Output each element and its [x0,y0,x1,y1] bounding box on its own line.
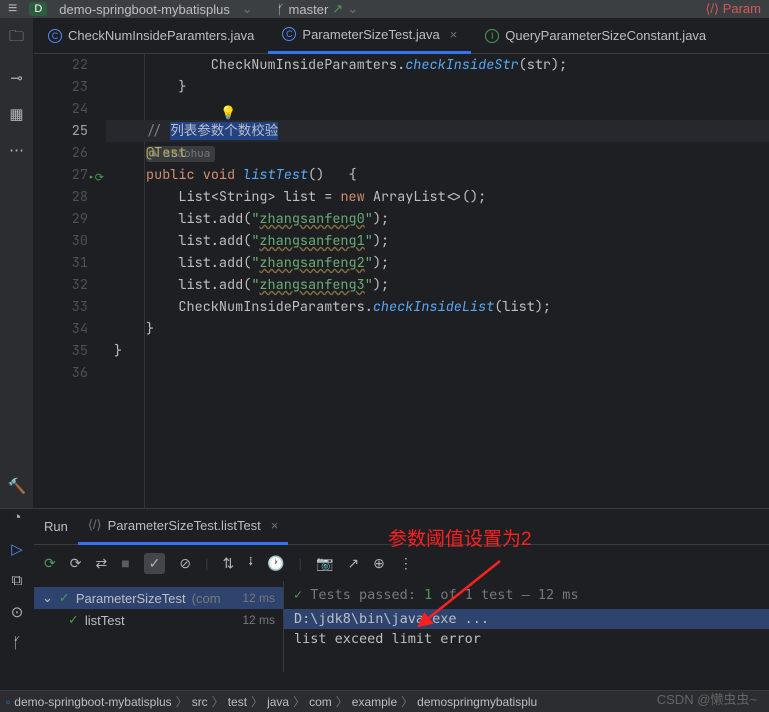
left-toolbar: 🗀 ⊸ ▦ ⋯ [0,18,34,508]
test-tree: ⌄ ✓ ParameterSizeTest (com 12 ms ✓ listT… [34,581,284,672]
editor-area: C CheckNumInsideParamters.java C Paramet… [34,18,769,508]
project-chevron-icon[interactable]: ⌄ [242,1,253,17]
watermark: CSDN @懒虫虫~ [657,689,757,708]
collapse-icon[interactable]: ⭭ [248,551,253,575]
import-icon[interactable]: ⊕ [373,555,385,572]
commit-icon[interactable]: ⊸ [10,69,23,87]
output-line: list exceed limit error [284,629,769,649]
crumb[interactable]: com [309,695,332,709]
branch-chevron-icon: ⌄ [347,1,358,17]
fail-filter-icon[interactable]: ⊘ [179,555,191,572]
param-link[interactable]: ⟨/⟩ Param [705,1,761,17]
rerun-icon[interactable]: ⟳ [44,555,56,572]
chevron-down-icon: ⌄ [42,590,53,606]
rerun-failed-icon[interactable]: ⟳ [70,555,82,572]
branch-icon: ᚶ [277,2,285,17]
run-tab-label: ParameterSizeTest.listTest [108,518,261,533]
test-name: listTest [85,613,125,628]
terminal-icon[interactable]: ⧉ [12,572,23,589]
tab-label: CheckNumInsideParamters.java [68,28,254,43]
tab-label: ParameterSizeTest.java [302,27,439,42]
hamburger-icon[interactable]: ≡ [8,0,17,18]
main-area: 🗀 ⊸ ▦ ⋯ C CheckNumInsideParamters.java C… [0,18,769,508]
crumb[interactable]: demospringmybatisplu [417,695,537,709]
camera-icon[interactable]: 📷 [316,555,333,572]
run-label: Run [44,519,68,534]
branch-widget[interactable]: ᚶ master ↗ ⌄ [277,1,358,17]
run-gutter-icon[interactable]: ▸⟳ [88,167,104,189]
run-tab-active[interactable]: ⟨/⟩ ParameterSizeTest.listTest × [78,509,289,545]
left-toolbar-bottom: 🔨 ◔ ▷ ⧉ ⊙ ᚶ [0,477,34,652]
crumb[interactable]: example [352,695,397,709]
crumb[interactable]: java [267,695,289,709]
run-panel: Run ⟨/⟩ ParameterSizeTest.listTest × ⟳ ⟳… [0,508,769,672]
class-icon: C [282,27,296,41]
git-icon[interactable]: ᚶ [12,635,21,652]
annotation-text: 参数阈值设置为2 [388,524,532,551]
more-icon[interactable]: ⋯ [9,141,24,159]
test-child[interactable]: ✓ listTest 12 ms [34,609,283,631]
tab-queryparam[interactable]: I QueryParameterSizeConstant.java [471,18,720,54]
build-icon[interactable]: 🔨 [8,477,27,495]
tab-parametersize[interactable]: C ParameterSizeTest.java × [268,18,471,54]
test-suffix: (com [192,591,221,606]
profiler-icon[interactable]: ◔ [12,509,21,526]
project-icon[interactable]: 🗀 [9,26,24,51]
problems-icon[interactable]: ⊙ [11,603,24,621]
run-tool-icon[interactable]: ▷ [11,540,23,558]
editor-tabs: C CheckNumInsideParamters.java C Paramet… [34,18,769,54]
toggle-icon[interactable]: ⇄ [95,555,107,572]
annotation-arrow-icon [410,556,510,636]
check-icon: ✓ [68,612,79,628]
test-time: 12 ms [242,613,275,627]
test-output: ✓ Tests passed: 1 of 1 test – 12 ms D:\j… [284,581,769,672]
structure-icon[interactable]: ▦ [9,105,23,123]
branch-push-icon: ↗ [332,1,343,17]
class-icon: C [48,29,62,43]
code-body[interactable]: 💡 CheckNumInsideParamters.checkInsideStr… [106,54,769,508]
stop-icon[interactable]: ■ [121,555,129,571]
run-config-icon: ⟨/⟩ [88,517,102,533]
expand-icon[interactable]: 🕐 [267,555,284,572]
sort-icon[interactable]: ⇅ [223,555,235,572]
test-time: 12 ms [242,591,275,605]
tab-checknum[interactable]: C CheckNumInsideParamters.java [34,18,268,54]
gutter: 22 23 24 25 26 27 28 29 30 31 32 33 34 3… [34,54,106,508]
project-badge[interactable]: D [29,2,47,16]
output-line[interactable]: D:\jdk8\bin\java.exe ... [284,609,769,629]
branch-name: master [289,2,329,17]
crumb[interactable]: test [228,695,247,709]
test-name: ParameterSizeTest [76,591,186,606]
crumb[interactable]: demo-springboot-mybatisplus [14,695,171,709]
close-icon[interactable]: × [450,27,458,42]
pass-filter-icon[interactable]: ✓ [144,553,166,574]
test-summary: ✓ Tests passed: 1 of 1 test – 12 ms [284,587,769,609]
export-icon[interactable]: ↗ [347,555,359,572]
code-editor[interactable]: 22 23 24 25 26 27 28 29 30 31 32 33 34 3… [34,54,769,508]
interface-icon: I [485,29,499,43]
crumb[interactable]: src [192,695,208,709]
project-name[interactable]: demo-springboot-mybatisplus [59,2,230,17]
close-icon[interactable]: × [271,518,279,533]
titlebar: ≡ D demo-springboot-mybatisplus ⌄ ᚶ mast… [0,0,769,18]
breadcrumbs[interactable]: ▫ demo-springboot-mybatisplus〉 src〉 test… [0,690,769,712]
check-icon: ✓ [59,590,70,606]
test-root[interactable]: ⌄ ✓ ParameterSizeTest (com 12 ms [34,587,283,609]
tab-label: QueryParameterSizeConstant.java [505,28,706,43]
